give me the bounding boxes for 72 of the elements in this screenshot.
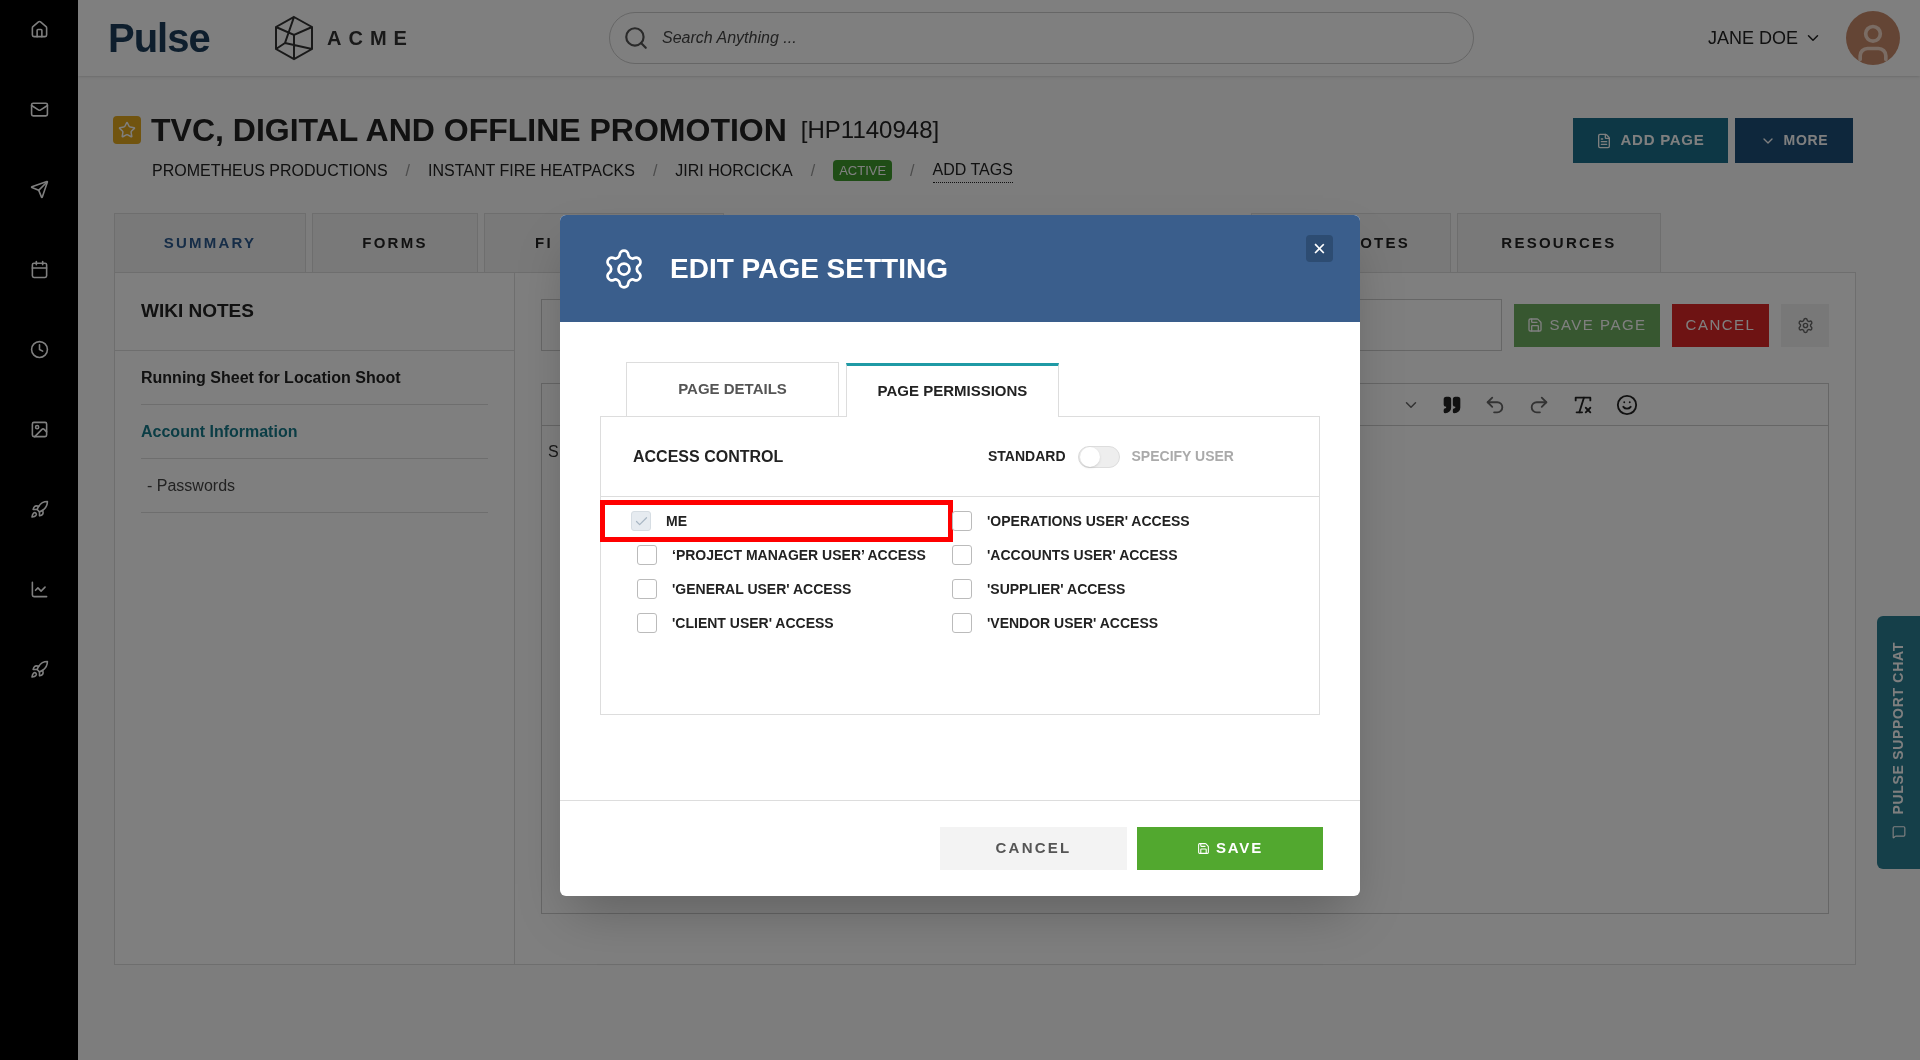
breadcrumb-separator: / xyxy=(652,160,658,181)
document-icon xyxy=(1596,132,1613,149)
section-title: WIKI NOTES xyxy=(141,299,254,324)
image-icon[interactable] xyxy=(29,420,49,439)
access-toggle[interactable] xyxy=(1077,445,1120,468)
status-badge: ACTIVE xyxy=(833,159,893,182)
search-icon xyxy=(623,25,649,51)
checkbox-label: 'ACCOUNTS USER' ACCESS xyxy=(987,545,1178,565)
close-button[interactable]: × xyxy=(1306,235,1333,262)
editor-text: S xyxy=(548,443,559,460)
wiki-item[interactable]: Account Information xyxy=(141,419,298,444)
access-control-label: ACCESS CONTROL xyxy=(633,446,785,467)
breadcrumb-item[interactable]: PROMETHEUS PRODUCTIONS xyxy=(152,158,388,183)
clock-icon[interactable] xyxy=(29,340,49,359)
breadcrumb-separator: / xyxy=(810,160,816,181)
tab[interactable]: SUMMARY xyxy=(114,213,306,272)
checkbox[interactable] xyxy=(637,545,657,565)
tab[interactable]: RESOURCES xyxy=(1457,213,1661,272)
checkbox[interactable] xyxy=(952,545,972,565)
breadcrumb-separator: / xyxy=(405,160,411,181)
checkbox-label: ME xyxy=(666,511,687,531)
polyhedron-icon xyxy=(273,15,315,61)
checkbox-label: 'VENDOR USER' ACCESS xyxy=(987,613,1159,633)
chat-icon xyxy=(1891,824,1906,839)
breadcrumb-item[interactable]: INSTANT FIRE HEATPACKS xyxy=(428,158,635,183)
checkbox[interactable] xyxy=(952,579,972,599)
search-field[interactable]: Search Anything ... xyxy=(609,12,1474,64)
toggle-label: STANDARD xyxy=(988,447,1066,466)
cancel-button[interactable]: CANCEL xyxy=(1672,303,1769,347)
checkbox-label: 'OPERATIONS USER' ACCESS xyxy=(987,511,1190,531)
tab[interactable]: FORMS xyxy=(312,213,478,272)
page-title: TVC, DIGITAL AND OFFLINE PROMOTION xyxy=(151,114,787,146)
checkbox[interactable] xyxy=(637,613,657,633)
more-button[interactable]: MORE xyxy=(1735,118,1853,163)
save-icon xyxy=(1527,317,1544,333)
logo: Pulse xyxy=(108,18,210,58)
dialog-tab[interactable]: PAGE DETAILS xyxy=(626,362,839,416)
checkbox[interactable] xyxy=(952,511,972,531)
save-icon xyxy=(1197,842,1211,855)
checkbox-label: ‘PROJECT MANAGER USER’ ACCESS xyxy=(672,545,926,565)
page-code: [HP1140948] xyxy=(800,115,940,145)
wiki-item[interactable]: - Passwords xyxy=(141,473,236,498)
dialog-tab[interactable]: PAGE PERMISSIONS xyxy=(846,363,1059,417)
checkbox[interactable] xyxy=(952,613,972,633)
rocket-icon[interactable] xyxy=(29,500,49,519)
home-icon[interactable] xyxy=(29,20,49,39)
support-chat-tab[interactable]: PULSE SUPPORT CHAT xyxy=(1877,616,1920,869)
save-button[interactable]: SAVE xyxy=(1137,827,1323,870)
wiki-item[interactable]: Running Sheet for Location Shoot xyxy=(141,365,401,390)
user-menu[interactable]: JANE DOE xyxy=(1707,24,1822,52)
checkbox-label: 'GENERAL USER' ACCESS xyxy=(672,579,852,599)
emoji-icon[interactable] xyxy=(1616,393,1638,416)
checkbox-label: 'SUPPLIER' ACCESS xyxy=(987,579,1126,599)
rocket-icon[interactable] xyxy=(29,660,49,679)
mail-icon[interactable] xyxy=(29,100,49,119)
calendar-icon[interactable] xyxy=(29,260,49,279)
add-page-button[interactable]: ADD PAGE xyxy=(1573,118,1728,163)
settings-button[interactable] xyxy=(1781,303,1829,347)
cancel-button[interactable]: CANCEL xyxy=(940,827,1127,870)
breadcrumb-separator: / xyxy=(910,160,915,181)
settings-icon xyxy=(1796,316,1814,334)
avatar[interactable] xyxy=(1846,11,1900,65)
brand-name: ACME xyxy=(327,26,414,51)
checkbox-label: 'CLIENT USER' ACCESS xyxy=(672,613,834,633)
checkbox[interactable] xyxy=(637,579,657,599)
add-tags-link[interactable]: ADD TAGS xyxy=(932,158,1013,183)
chart-icon[interactable] xyxy=(29,580,49,599)
quote-icon[interactable] xyxy=(1442,394,1462,415)
toggle-label: SPECIFY USER xyxy=(1131,447,1234,466)
send-icon[interactable] xyxy=(29,180,49,199)
dialog-title: EDIT PAGE SETTING xyxy=(670,251,948,286)
breadcrumb-item[interactable]: JIRI HORCICKA xyxy=(675,158,793,183)
